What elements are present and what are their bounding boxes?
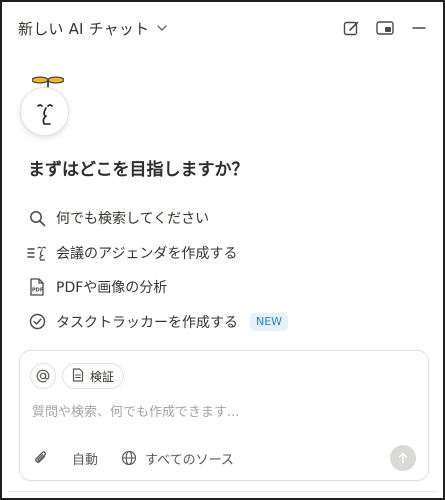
suggestion-label: タスクトラッカーを作成する: [56, 314, 238, 331]
new-chat-icon[interactable]: [341, 18, 361, 38]
chat-composer: 検証 自動: [19, 350, 429, 481]
mode-auto-button[interactable]: 自動: [72, 449, 98, 468]
suggestion-pdf[interactable]: PDF PDFや画像の分析: [27, 270, 407, 305]
bottom-divider: [8, 491, 437, 492]
sources-button[interactable]: すべてのソース: [120, 449, 234, 468]
at-sign-icon[interactable]: [30, 363, 56, 389]
verify-chip[interactable]: 検証: [62, 363, 125, 389]
paperclip-icon: [32, 449, 50, 467]
suggestion-list: 何でも検索してください 会議のアジェンダを作成する PDF PDFや画像の分析: [27, 201, 407, 339]
picture-in-picture-icon[interactable]: [375, 18, 395, 38]
pdf-icon: PDF: [27, 277, 47, 297]
globe-icon: [120, 449, 138, 467]
new-badge: NEW: [250, 312, 289, 331]
suggestion-agenda[interactable]: 会議のアジェンダを作成する: [27, 236, 407, 271]
sources-label: すべてのソース: [145, 452, 234, 468]
chevron-down-icon: [155, 21, 169, 35]
svg-text:PDF: PDF: [32, 288, 43, 294]
suggestion-task-tracker[interactable]: タスクトラッカーを作成する NEW: [27, 305, 407, 340]
minimize-icon[interactable]: [409, 18, 429, 38]
suggestion-label: PDFや画像の分析: [56, 280, 168, 297]
mode-label: 自動: [72, 452, 99, 468]
arrow-up-icon: [397, 449, 409, 468]
document-icon: [72, 367, 84, 385]
page-title: まずはどこを目指しますか？: [28, 160, 249, 180]
chat-panel: 新しい AI チャット まずはどこを目指しますか？ 何でも検索してください 会議…: [0, 0, 445, 500]
suggestion-search[interactable]: 何でも検索してください: [27, 201, 407, 236]
check-circle-icon: [27, 312, 47, 332]
chat-input[interactable]: [32, 401, 412, 423]
agenda-icon: [27, 243, 47, 263]
attach-button[interactable]: [32, 449, 50, 467]
suggestion-label: 何でも検索してください: [56, 211, 210, 228]
notion-ai-face-icon: [20, 87, 69, 136]
send-button[interactable]: [390, 445, 416, 471]
suggestion-label: 会議のアジェンダを作成する: [56, 245, 238, 262]
ai-avatar: [20, 75, 72, 137]
chat-title-dropdown[interactable]: 新しい AI チャット: [18, 18, 169, 39]
search-icon: [27, 208, 47, 228]
verify-chip-label: 検証: [90, 369, 115, 384]
chat-header: 新しい AI チャット: [18, 17, 429, 39]
chat-title: 新しい AI チャット: [18, 19, 150, 38]
